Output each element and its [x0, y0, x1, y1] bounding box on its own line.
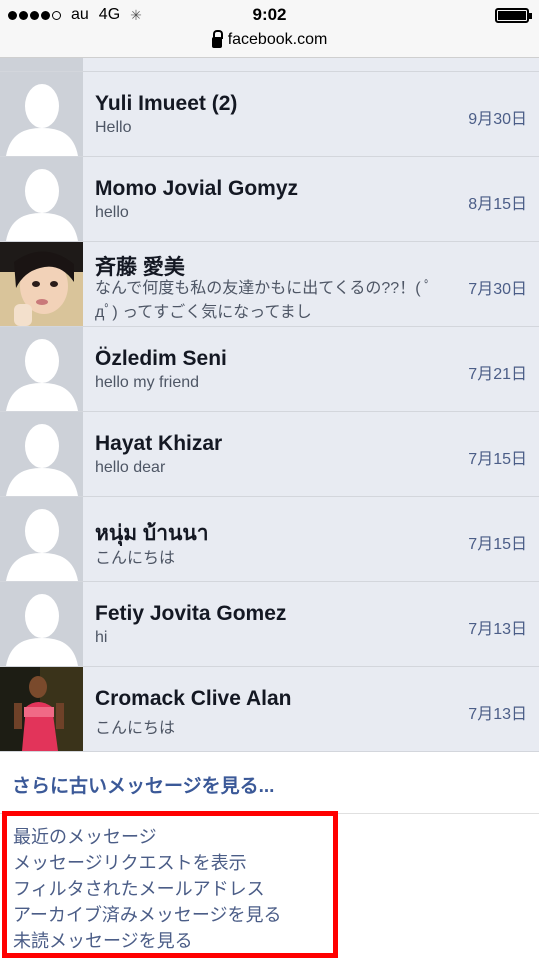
archived-messages-link[interactable]: アーカイブ済みメッセージを見る	[13, 902, 333, 928]
conversation-row[interactable]: Cromack Clive Alan こんにちは 7月13日	[0, 667, 539, 752]
message-snippet: なんで何度も私の友達かもに出てくるの??！( ﾟдﾟ) ってすごく気になってまし	[95, 280, 433, 321]
conversation-row[interactable]: Momo Jovial Gomyz hello 8月15日	[0, 157, 539, 242]
message-snippet: hello my friend	[95, 374, 200, 391]
message-date: 7月21日	[468, 366, 527, 383]
avatar	[0, 582, 83, 666]
avatar	[0, 412, 83, 496]
avatar	[0, 327, 83, 411]
contact-name: Fetiy Jovita Gomez	[95, 602, 287, 625]
recent-messages-link[interactable]: 最近のメッセージ	[13, 824, 333, 850]
battery-icon	[495, 8, 532, 23]
screen: au 4G ✳ 9:02 facebook.com Yuli Imueet (2…	[0, 0, 539, 960]
avatar	[0, 667, 83, 751]
conversation-row[interactable]: Fetiy Jovita Gomez hi 7月13日	[0, 582, 539, 667]
message-date: 7月15日	[468, 451, 527, 468]
message-requests-link[interactable]: メッセージリクエストを表示	[13, 850, 333, 876]
url-bar[interactable]: facebook.com	[0, 29, 539, 58]
contact-name: Hayat Khizar	[95, 432, 223, 455]
message-snippet: こんにちは	[95, 720, 176, 737]
message-snippet: こんにちは	[95, 550, 176, 567]
conversation-row[interactable]: Yuli Imueet (2) Hello 9月30日	[0, 72, 539, 157]
conversation-row[interactable]: หนุ่ม บ้านนา こんにちは 7月15日	[0, 497, 539, 582]
url-domain: facebook.com	[227, 31, 328, 48]
contact-name: Momo Jovial Gomyz	[95, 177, 299, 200]
message-date: 8月15日	[468, 196, 527, 213]
unread-messages-link[interactable]: 未読メッセージを見る	[13, 928, 333, 954]
status-bar: au 4G ✳ 9:02	[0, 0, 539, 30]
message-snippet: Hello	[95, 119, 132, 136]
message-date: 9月30日	[468, 111, 527, 128]
message-date: 7月15日	[468, 536, 527, 553]
avatar	[0, 58, 83, 71]
partial-conversation-row[interactable]	[0, 58, 539, 72]
conversation-row[interactable]: Özledim Seni hello my friend 7月21日	[0, 327, 539, 412]
avatar	[0, 72, 83, 156]
filtered-emails-link[interactable]: フィルタされたメールアドレス	[13, 876, 333, 902]
avatar	[0, 497, 83, 581]
message-date: 7月13日	[468, 706, 527, 723]
message-date: 7月30日	[468, 281, 527, 298]
see-older-messages-link[interactable]: さらに古いメッセージを見る...	[0, 752, 539, 814]
lock-icon	[211, 29, 223, 48]
conversation-list: Yuli Imueet (2) Hello 9月30日 Momo Jovial Gom…	[0, 58, 539, 752]
avatar	[0, 157, 83, 241]
contact-name: Yuli Imueet (2)	[95, 92, 238, 115]
clock: 9:02	[252, 5, 287, 24]
conversation-row[interactable]: Hayat Khizar hello dear 7月15日	[0, 412, 539, 497]
message-links-panel: 最近のメッセージ メッセージリクエストを表示 フィルタされたメールアドレス アーカイブ…	[2, 811, 338, 958]
see-older-label: さらに古いメッセージを見る...	[12, 776, 275, 797]
avatar	[0, 242, 83, 326]
message-snippet: hi	[95, 629, 108, 646]
message-snippet: hello dear	[95, 459, 166, 476]
contact-name: Özledim Seni	[95, 347, 227, 370]
conversation-row[interactable]: 斉藤 愛美 なんで何度も私の友達かもに出てくるの??！( ﾟдﾟ) ってすごく気に…	[0, 242, 539, 327]
contact-name: Cromack Clive Alan	[95, 687, 292, 710]
message-date: 7月13日	[468, 621, 527, 638]
message-snippet: hello	[95, 204, 129, 221]
